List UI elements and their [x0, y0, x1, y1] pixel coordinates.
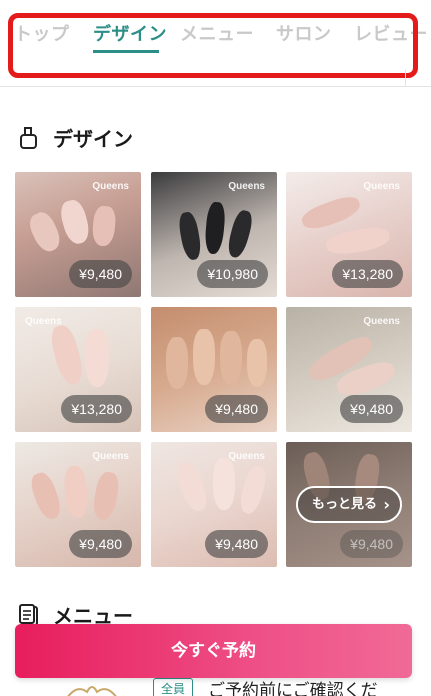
design-tile[interactable]: Queens ¥9,480 [15, 172, 141, 297]
brand-label: Queens [363, 181, 400, 192]
brand-label: Queens [363, 316, 400, 327]
chevron-right-icon: › [383, 495, 390, 514]
tab-divider [0, 86, 431, 87]
price-badge: ¥9,480 [205, 395, 268, 423]
menu-item-peek: 全員 ご予約前にご確認くだ [0, 676, 431, 696]
price-badge: ¥9,480 [340, 395, 403, 423]
brand-label: Queens [25, 316, 62, 327]
target-badge: 全員 [153, 678, 193, 696]
price-badge: ¥10,980 [197, 260, 268, 288]
design-tile[interactable]: Queens ¥13,280 [286, 172, 412, 297]
design-tile[interactable]: Queens ¥9,480 [15, 442, 141, 567]
price-badge: ¥9,480 [69, 260, 132, 288]
design-tile[interactable]: ¥9,480 [151, 307, 277, 432]
design-tile[interactable]: Queens ¥9,480 [286, 307, 412, 432]
design-tile[interactable]: ¥9,480 もっと見る › [286, 442, 412, 567]
design-tile[interactable]: Queens ¥10,980 [151, 172, 277, 297]
clipboard-icon [19, 603, 38, 626]
see-more-button[interactable]: もっと見る › [296, 486, 402, 523]
tab-divider-right [405, 70, 406, 86]
brand-label: Queens [228, 451, 265, 462]
price-badge: ¥9,480 [205, 530, 268, 558]
salon-logo [67, 686, 117, 696]
category-tab-bar: トップ デザイン メニュー サロン レビュー [0, 0, 431, 88]
price-badge: ¥13,280 [332, 260, 403, 288]
menu-note-text: ご予約前にご確認くだ [208, 681, 378, 696]
brand-label: Queens [92, 181, 129, 192]
price-badge: ¥9,480 [69, 530, 132, 558]
see-more-label: もっと見る [312, 497, 378, 512]
price-badge: ¥9,480 [340, 530, 403, 558]
brand-label: Queens [92, 451, 129, 462]
design-section-title: デザイン [53, 127, 133, 151]
design-section-header: デザイン [18, 123, 133, 152]
price-badge: ¥13,280 [61, 395, 132, 423]
brand-label: Queens [228, 181, 265, 192]
design-tile[interactable]: Queens ¥13,280 [15, 307, 141, 432]
book-now-button[interactable]: 今すぐ予約 [15, 624, 412, 678]
nail-polish-icon [20, 126, 37, 149]
tab-bar-highlight-box [8, 13, 418, 78]
design-tile[interactable]: Queens ¥9,480 [151, 442, 277, 567]
